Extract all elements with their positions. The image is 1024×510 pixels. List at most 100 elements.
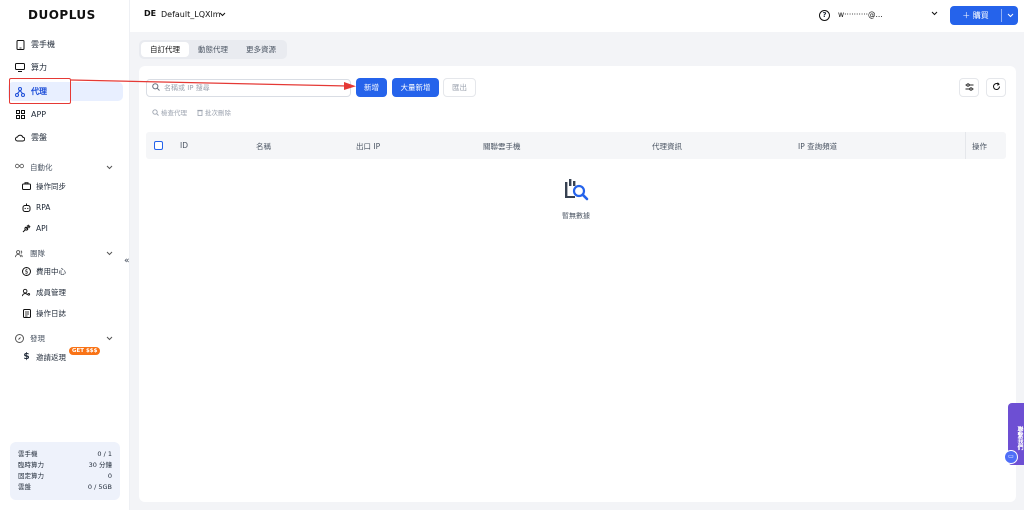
brand-logo[interactable]: DUOPLUS <box>28 8 96 22</box>
table-header: ID 名稱 出口 IP 關聯雲手機 代理資訊 IP 查詢頻道 操作 <box>146 132 1006 159</box>
account-email[interactable]: w··········@... <box>838 10 883 19</box>
briefcase-icon <box>22 182 31 191</box>
buy-button-label: ＋ 購買 <box>962 11 989 20</box>
search-icon <box>152 108 159 116</box>
column-header-id[interactable]: ID <box>180 141 188 150</box>
column-divider <box>965 132 966 159</box>
sidebar-item-sync[interactable]: 操作同步 <box>22 178 66 194</box>
trash-icon <box>197 109 203 116</box>
usage-label: 固定算力 <box>18 472 44 480</box>
env-selector[interactable]: Default_LQXlm <box>161 10 220 19</box>
bulk-add-button[interactable]: 大量新增 <box>392 78 439 97</box>
infinity-icon <box>15 163 24 172</box>
sliders-icon <box>965 82 974 93</box>
sidebar-item-label: 算力 <box>31 63 47 72</box>
sidebar-item-rpa[interactable]: RPA <box>22 199 50 215</box>
refresh-icon <box>992 82 1001 93</box>
search-icon <box>152 83 160 93</box>
sidebar-item-label: 雲盤 <box>31 133 47 142</box>
column-header-exit-ip[interactable]: 出口 IP <box>356 141 380 152</box>
proxy-tabs: 自訂代理 動態代理 更多資源 <box>139 40 287 59</box>
sidebar-item-compute[interactable]: 算力 <box>8 58 123 77</box>
sidebar-group-automation[interactable]: 自動化 <box>8 159 123 175</box>
empty-data-text: 暫無數據 <box>562 212 590 220</box>
column-settings-button[interactable] <box>959 78 979 97</box>
sidebar: DUOPLUS 雲手機 算力 代理 APP 雲盤 自動化 操作同步 RPA AP… <box>0 0 130 510</box>
add-button[interactable]: 新增 <box>356 78 387 97</box>
chevron-down-icon <box>106 334 113 343</box>
sidebar-item-label: API <box>36 223 48 233</box>
sidebar-group-discover[interactable]: 發現 <box>8 330 123 346</box>
log-file-icon <box>22 308 31 318</box>
usage-panel: 雲手機 0 / 1 臨時算力 30 分鐘 固定算力 0 雲盤 0 / 5GB <box>10 442 120 500</box>
select-all-checkbox[interactable] <box>154 141 163 150</box>
robot-icon <box>22 203 31 212</box>
usage-row-fixed-compute: 固定算力 0 <box>18 471 112 482</box>
usage-value: 0 <box>107 472 112 480</box>
monitor-icon <box>15 63 25 73</box>
column-header-proxy-info[interactable]: 代理資訊 <box>652 141 682 152</box>
sidebar-item-app[interactable]: APP <box>8 105 123 124</box>
phone-icon <box>15 39 25 50</box>
tab-dynamic-proxy[interactable]: 動態代理 <box>189 42 237 57</box>
usage-row-cloud-phone: 雲手機 0 / 1 <box>18 449 112 460</box>
sidebar-item-members[interactable]: 成員管理 <box>22 284 66 300</box>
sidebar-group-label: 發現 <box>30 333 45 343</box>
check-proxy-action[interactable]: 檢查代理 <box>152 107 187 117</box>
refresh-button[interactable] <box>986 78 1006 97</box>
sidebar-group-label: 自動化 <box>30 162 53 172</box>
usage-value: 30 分鐘 <box>88 461 112 469</box>
usage-label: 臨時算力 <box>18 461 44 469</box>
env-badge: DE <box>144 9 157 18</box>
apps-grid-icon <box>15 110 25 120</box>
top-header: DE Default_LQXlm ? w··········@... ＋ 購買 <box>130 0 1024 32</box>
chevron-down-icon[interactable] <box>931 9 938 18</box>
chevron-down-icon <box>106 163 113 172</box>
check-proxy-label: 檢查代理 <box>161 109 187 117</box>
sidebar-item-referral[interactable]: $ 邀請返現 <box>22 349 66 365</box>
users-icon <box>15 249 24 258</box>
buy-button[interactable]: ＋ 購買 <box>950 6 1018 25</box>
sidebar-item-label: 成員管理 <box>36 287 66 297</box>
tab-custom-proxy[interactable]: 自訂代理 <box>141 42 189 57</box>
sidebar-item-label: 費用中心 <box>36 266 66 276</box>
sidebar-item-cloud-drive[interactable]: 雲盤 <box>8 128 123 147</box>
help-icon[interactable]: ? <box>819 10 830 21</box>
export-button[interactable]: 匯出 <box>443 78 476 97</box>
bulk-delete-label: 批次刪除 <box>205 109 231 117</box>
search-box[interactable] <box>146 79 351 97</box>
column-header-actions: 操作 <box>972 142 987 151</box>
usage-label: 雲手機 <box>18 450 38 458</box>
usage-label: 雲盤 <box>18 483 31 491</box>
bulk-delete-action[interactable]: 批次刪除 <box>197 107 231 117</box>
column-header-name[interactable]: 名稱 <box>256 141 271 152</box>
usage-row-temp-compute: 臨時算力 30 分鐘 <box>18 460 112 471</box>
chevron-down-icon[interactable] <box>219 10 226 19</box>
sidebar-item-api[interactable]: API <box>22 220 48 236</box>
column-header-ip-lookup[interactable]: IP 查詢頻道 <box>798 141 837 152</box>
search-input[interactable] <box>164 84 344 92</box>
collapse-sidebar-icon[interactable]: « <box>124 256 130 266</box>
tab-more-resources[interactable]: 更多資源 <box>237 42 285 57</box>
chevron-down-icon[interactable] <box>1002 11 1018 20</box>
sidebar-item-logs[interactable]: 操作日誌 <box>22 305 66 321</box>
annotation-highlight-box <box>9 78 71 104</box>
sidebar-group-team[interactable]: 團隊 <box>8 245 123 261</box>
sidebar-item-cloud-phone[interactable]: 雲手機 <box>8 35 123 54</box>
chat-icon[interactable]: ▭ <box>1004 450 1018 464</box>
sidebar-group-label: 團隊 <box>30 248 45 258</box>
column-header-linked-phone[interactable]: 關聯雲手機 <box>483 141 521 152</box>
chevron-down-icon <box>106 249 113 258</box>
compass-icon <box>15 333 24 343</box>
referral-badge: GET $$$ <box>69 347 101 355</box>
user-key-icon <box>22 288 31 297</box>
plug-icon <box>22 223 31 233</box>
empty-data-icon <box>564 178 590 204</box>
usage-row-cloud-drive: 雲盤 0 / 5GB <box>18 482 112 493</box>
usage-value: 0 / 5GB <box>87 483 112 491</box>
usage-value: 0 / 1 <box>97 450 112 458</box>
sidebar-item-billing[interactable]: $ 費用中心 <box>22 263 66 279</box>
sidebar-item-label: 雲手機 <box>31 40 55 49</box>
sidebar-item-label: 操作同步 <box>36 181 66 191</box>
cloud-icon <box>15 133 25 143</box>
